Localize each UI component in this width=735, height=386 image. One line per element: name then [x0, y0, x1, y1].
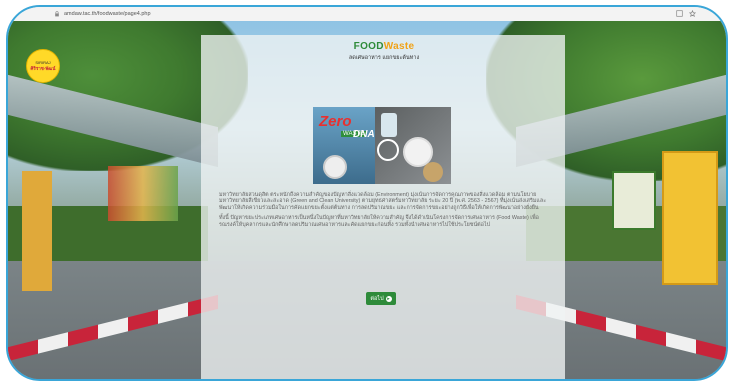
- lock-icon: [54, 11, 60, 17]
- paragraph-1: มหาวิทยาลัยสวนดุสิต ตระหนักถึงความสำคัญข…: [219, 192, 547, 211]
- hero-image: Zero WASTE DNA: [313, 107, 451, 184]
- brand-logo: FOODWaste ลดเศษอาหาร แยกขยะต้นทาง: [348, 41, 420, 61]
- url-text[interactable]: amdaw.tac.th/foodwaste/page4.php: [64, 11, 151, 17]
- paragraph-2: ทั้งนี้ ปัญหาขยะประเภทเศษอาหารเป็นหนึ่งใ…: [219, 215, 539, 228]
- next-button[interactable]: ต่อไป ▸: [366, 292, 396, 305]
- browser-window: amdaw.tac.th/foodwaste/page4.php FOODWas…: [6, 5, 728, 381]
- description-text: มหาวิทยาลัยสวนดุสิต ตระหนักถึงความสำคัญข…: [219, 192, 549, 232]
- arrow-right-icon: ▸: [385, 295, 392, 302]
- university-logo[interactable]: SIRIRAJ ศิริราช-พัฒน์: [26, 49, 60, 83]
- translate-icon[interactable]: [676, 10, 683, 17]
- address-bar[interactable]: amdaw.tac.th/foodwaste/page4.php: [8, 7, 726, 22]
- star-icon[interactable]: [688, 9, 697, 18]
- content-panel: FOODWaste ลดเศษอาหาร แยกขยะต้นทาง Zero W…: [201, 35, 565, 379]
- background-photo: FOODWaste ลดเศษอาหาร แยกขยะต้นทาง Zero W…: [8, 21, 726, 379]
